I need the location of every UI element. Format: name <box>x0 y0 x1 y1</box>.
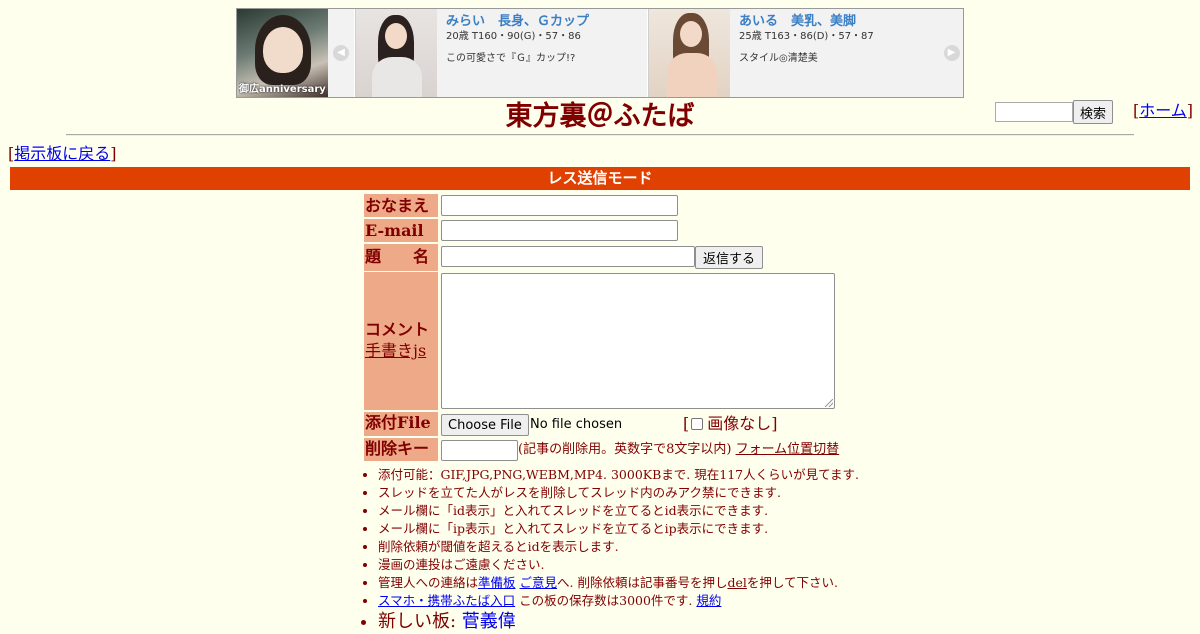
home-link-wrap: [ホーム] <box>1133 101 1193 121</box>
ad-banner[interactable]: 御広anniversary ◀ みらい 長身、Ｇカップ 20歳 T160・90(… <box>236 8 964 98</box>
resize-grip-icon[interactable] <box>825 399 833 407</box>
ad-photo-face <box>680 21 702 47</box>
file-label: 添付File <box>364 412 438 436</box>
delete-key-input[interactable] <box>441 440 518 461</box>
ad-photo-body <box>667 53 717 97</box>
ad-main-photo-face <box>263 27 303 73</box>
bracket-close: ] <box>1186 101 1194 120</box>
handwriting-js-link[interactable]: 手書きjs <box>365 341 426 360</box>
rule-contact-mid: へ. 削除依頼は記事番号を押し <box>557 575 728 590</box>
delete-key-hint: (記事の削除用。英数字で8文字以内) <box>518 442 732 457</box>
ad-card-spec: 20歳 T160・90(G)・57・86 <box>446 31 581 42</box>
ad-card-name[interactable]: みらい 長身、Ｇカップ <box>446 13 643 30</box>
bracket-open: [ <box>683 414 690 433</box>
bracket-close: ] <box>110 144 117 163</box>
delete-key-label: 削除キー <box>364 438 438 461</box>
rule-contact-suffix: を押して下さい. <box>746 575 838 590</box>
rule-retention-text: この板の保存数は3000件です. <box>515 593 693 608</box>
delete-key-note: (記事の削除用。英数字で8文字以内) フォーム位置切替 <box>518 441 839 459</box>
reply-submit-button[interactable]: 返信する <box>695 246 764 269</box>
ad-card-spec: 25歳 T163・86(D)・57・87 <box>739 31 874 42</box>
new-board-prefix: 新しい板: <box>378 611 462 632</box>
board-rules-list: 添付可能：GIF,JPG,PNG,WEBM,MP4. 3000KBまで. 現在1… <box>362 466 922 634</box>
ad-card-desc: スタイル◎清楚美 <box>739 53 818 64</box>
rule-thread-owner-delete: スレッドを立てた人がレスを削除してスレッド内のみアク禁にできます. <box>378 484 922 502</box>
ad-prev-button[interactable]: ◀ <box>328 9 354 97</box>
form-position-toggle-link[interactable]: フォーム位置切替 <box>736 442 840 457</box>
search-input[interactable] <box>995 102 1073 122</box>
rule-delete-threshold: 削除依頼が閾値を超えるとidを表示します. <box>378 538 922 556</box>
terms-link[interactable]: 規約 <box>696 593 721 608</box>
rule-contact-prefix: 管理人への連絡は <box>378 575 479 590</box>
ad-photo-body <box>372 57 422 97</box>
ad-card-name[interactable]: あいる 美乳、美脚 <box>739 13 936 30</box>
no-file-chosen-text: No file chosen <box>530 417 623 432</box>
name-label: おなまえ <box>364 194 438 217</box>
back-link-wrap: [掲示板に戻る] <box>8 144 117 164</box>
ad-main-thumbnail[interactable]: 御広anniversary <box>237 9 328 97</box>
email-input[interactable] <box>441 220 678 241</box>
ad-card-desc: この可愛さで『Ｇ』カップ!? <box>446 53 576 64</box>
ad-card-photo <box>649 9 730 97</box>
rule-contact: 管理人への連絡は準備板 ご意見へ. 削除依頼は記事番号を押しdelを押して下さい… <box>378 574 922 592</box>
rule-mobile: スマホ・携帯ふたば入口 この板の保存数は3000件です. 規約 <box>378 592 922 610</box>
no-image-label: 画像なし <box>707 414 772 433</box>
comment-label: コメント <box>365 320 430 339</box>
back-to-board-link[interactable]: 掲示板に戻る <box>14 144 110 163</box>
bracket-close: ] <box>771 414 778 433</box>
rule-id-display: メール欄に「id表示」と入れてスレッドを立てるとid表示にできます. <box>378 502 922 520</box>
rule-manga-spam: 漫画の連投はご遠慮ください. <box>378 556 922 574</box>
choose-file-button[interactable]: Choose File <box>441 414 529 436</box>
chevron-right-icon: ▶ <box>943 45 960 61</box>
prep-board-link[interactable]: 準備板 <box>478 575 516 590</box>
ad-card-mirai[interactable]: みらい 長身、Ｇカップ 20歳 T160・90(G)・57・86 この可愛さで『… <box>355 9 647 97</box>
search-button[interactable]: 検索 <box>1073 100 1114 124</box>
mobile-entrance-link[interactable]: スマホ・携帯ふたば入口 <box>378 593 515 608</box>
no-image-checkbox[interactable] <box>691 418 704 430</box>
chevron-left-icon: ◀ <box>333 45 349 61</box>
search-form: 検索 <box>995 100 1114 124</box>
rule-attachments: 添付可能：GIF,JPG,PNG,WEBM,MP4. 3000KBまで. 現在1… <box>378 466 922 484</box>
subject-label: 題 名 <box>364 244 438 271</box>
rule-new-board: 新しい板: 菅義偉 <box>378 610 922 634</box>
home-link[interactable]: ホーム <box>1139 101 1187 120</box>
comment-label-cell: コメント 手書きjs <box>364 272 438 410</box>
reply-mode-bar: レス送信モード <box>10 167 1190 190</box>
name-input[interactable] <box>441 195 678 216</box>
subject-input[interactable] <box>441 246 695 267</box>
no-image-option: [ 画像なし ] <box>683 414 778 434</box>
del-link[interactable]: del <box>727 575 746 590</box>
feedback-link[interactable]: ご意見 <box>520 575 558 590</box>
email-label: E-mail <box>364 219 438 242</box>
ad-next-button[interactable]: ▶ <box>940 9 963 97</box>
ad-photo-face <box>385 23 407 49</box>
comment-textarea[interactable] <box>441 273 835 409</box>
new-board-link[interactable]: 菅義偉 <box>462 611 516 632</box>
header-divider <box>66 134 1134 136</box>
ad-main-caption: 御広anniversary <box>239 84 326 95</box>
ad-card-airu[interactable]: あいる 美乳、美脚 25歳 T163・86(D)・57・87 スタイル◎清楚美 <box>648 9 940 97</box>
ad-card-photo <box>356 9 437 97</box>
rule-ip-display: メール欄に「ip表示」と入れてスレッドを立てるとip表示にできます. <box>378 520 922 538</box>
